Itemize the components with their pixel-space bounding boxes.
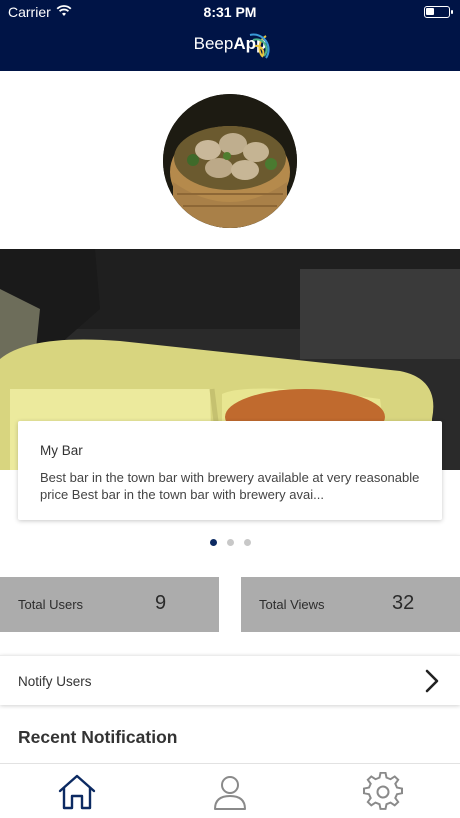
- app-header: Carrier 8:31 PM BeepApp: [0, 0, 460, 71]
- carousel-card[interactable]: My Bar Best bar in the town bar with bre…: [18, 421, 442, 520]
- app-logo: BeepApp: [0, 34, 460, 54]
- total-users-label: Total Users: [18, 597, 84, 612]
- total-users-value: 9: [155, 592, 167, 614]
- carousel-dot-2[interactable]: [226, 539, 234, 546]
- logo-text-beep: Beep: [193, 34, 234, 53]
- card-title: My Bar: [40, 443, 83, 458]
- card-description-text: Best bar in the town bar with brewery av…: [40, 470, 420, 502]
- card-description: Best bar in the town bar with brewery av…: [40, 469, 420, 503]
- status-bar: Carrier 8:31 PM: [0, 4, 460, 22]
- recent-notification-heading: Recent Notification: [18, 727, 178, 747]
- total-views-card: Total Views 32: [241, 577, 460, 632]
- gear-icon: [363, 771, 403, 810]
- status-time: 8:31 PM: [203, 4, 257, 20]
- tab-profile[interactable]: [210, 772, 250, 812]
- carousel-dot-3[interactable]: [243, 539, 251, 546]
- home-icon: [58, 774, 96, 810]
- carousel-dot-1[interactable]: [209, 539, 217, 546]
- logo-signal-icon: [249, 33, 270, 59]
- carousel-pagination: [0, 539, 460, 546]
- user-icon: [214, 776, 246, 810]
- battery-icon: [424, 6, 453, 18]
- total-views-label: Total Views: [259, 597, 325, 612]
- chevron-right-icon: [425, 669, 439, 693]
- tab-bar: [0, 763, 460, 818]
- total-users-card: Total Users 9: [0, 577, 219, 632]
- total-views-value: 32: [392, 592, 415, 614]
- restaurant-avatar: [163, 94, 297, 228]
- notify-users-row[interactable]: Notify Users: [0, 655, 460, 705]
- tab-home[interactable]: [57, 772, 97, 812]
- dumplings-photo: [163, 94, 297, 228]
- notify-users-label: Notify Users: [18, 674, 92, 689]
- tab-settings[interactable]: [363, 771, 403, 812]
